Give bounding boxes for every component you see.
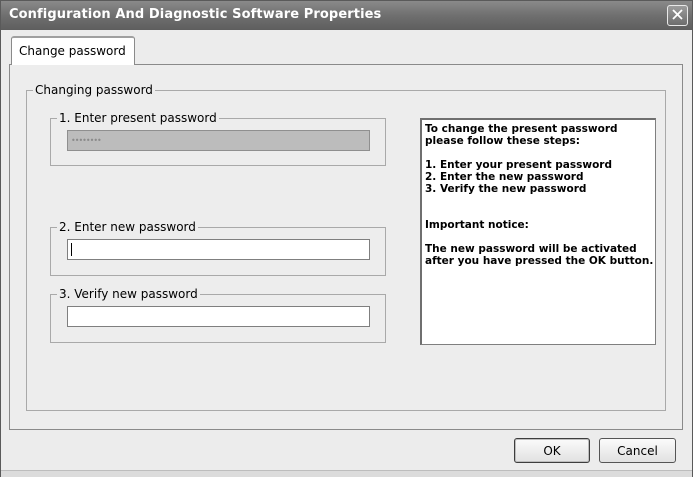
tab-label: Change password <box>19 44 126 58</box>
properties-dialog: Configuration And Diagnostic Software Pr… <box>0 0 693 477</box>
help-step-1: 1. Enter your present password <box>425 159 612 171</box>
help-notice-line: The new password will be activated <box>425 243 637 255</box>
help-notice-title: Important notice: <box>425 219 529 231</box>
ok-button[interactable]: OK <box>514 438 590 463</box>
present-password-value: •••••••• <box>71 136 102 145</box>
text-caret <box>71 243 72 256</box>
close-icon <box>671 8 684 24</box>
changing-password-legend: Changing password <box>35 83 153 97</box>
help-intro-line: please follow these steps: <box>425 135 580 147</box>
window-title: Configuration And Diagnostic Software Pr… <box>9 7 382 22</box>
verify-password-field[interactable] <box>67 306 370 327</box>
help-step-3: 3. Verify the new password <box>425 183 587 195</box>
help-notice-line: after you have pressed the OK button. <box>425 255 654 267</box>
window-bottom-edge <box>1 470 692 477</box>
tab-change-password[interactable]: Change password <box>11 36 135 65</box>
new-password-field[interactable] <box>67 239 370 260</box>
help-step-2: 2. Enter the new password <box>425 171 584 183</box>
cancel-button[interactable]: Cancel <box>599 438 676 463</box>
close-button[interactable] <box>667 5 688 26</box>
title-bar[interactable]: Configuration And Diagnostic Software Pr… <box>1 1 692 30</box>
present-password-field: •••••••• <box>67 130 370 151</box>
help-text-box: To change the present password please fo… <box>420 118 656 345</box>
present-password-legend: 1. Enter present password <box>59 111 217 125</box>
verify-password-legend: 3. Verify new password <box>59 287 198 301</box>
help-intro-line: To change the present password <box>425 123 618 135</box>
new-password-legend: 2. Enter new password <box>59 220 196 234</box>
